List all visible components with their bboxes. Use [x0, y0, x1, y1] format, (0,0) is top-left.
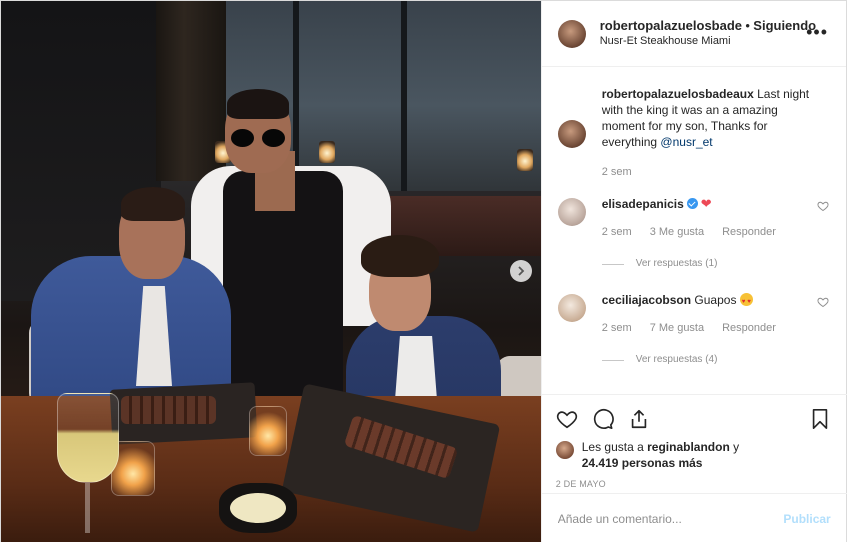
post-actions: Les gusta a reginablandon y 24.419 perso… [541, 394, 847, 489]
author-avatar[interactable] [557, 19, 586, 48]
photo-candle [249, 406, 287, 456]
comment-like-count[interactable]: 3 Me gusta [650, 224, 704, 240]
chevron-right-icon [518, 266, 525, 276]
view-replies-button[interactable]: Ver respuestas (4) [601, 352, 822, 368]
next-photo-button[interactable] [510, 260, 532, 282]
caption-username[interactable]: robertopalazuelosbadeaux [602, 87, 754, 101]
caption-mention-link[interactable]: @nusr_et [660, 135, 712, 149]
photo-steak [121, 396, 216, 424]
photo-sunglasses [231, 129, 285, 147]
post-header: robertopalazuelosbade • Siguiendo Nusr-E… [541, 1, 846, 67]
liked-by-username[interactable]: reginablandon [647, 440, 730, 454]
photo-mashed-potatoes [230, 493, 286, 523]
likes-count-link[interactable]: 24.419 personas más [582, 456, 703, 470]
post-date[interactable]: 2 DE MAYO [556, 479, 831, 489]
reply-button[interactable]: Responder [722, 224, 776, 240]
comments-list: robertopalazuelosbadeaux Last night with… [542, 68, 847, 394]
comment-like-heart-icon[interactable] [817, 296, 829, 308]
view-replies-label: Ver respuestas (4) [635, 354, 718, 365]
comment-username[interactable]: ceciliajacobson [602, 293, 691, 307]
caption-timestamp[interactable]: 2 sem [602, 164, 632, 180]
bookmark-icon[interactable] [809, 408, 831, 430]
comment-body: ceciliajacobson Guapos 2 sem 7 Me gusta … [601, 292, 822, 368]
action-icons [556, 403, 831, 435]
post-photo[interactable] [1, 1, 541, 542]
caption-body: robertopalazuelosbadeaux Last night with… [602, 86, 822, 180]
comment-meta: 2 sem 7 Me gusta Responder [602, 320, 822, 336]
comment-like-count[interactable]: 7 Me gusta [650, 320, 704, 336]
view-replies-label: Ver respuestas (1) [635, 258, 718, 269]
post-sidebar: robertopalazuelosbade • Siguiendo Nusr-E… [540, 1, 847, 542]
comment-item: elisadepanicis ❤ 2 sem 3 Me gusta Respond… [557, 196, 831, 272]
comment-username[interactable]: elisadepanicis [602, 197, 684, 211]
caption-avatar[interactable] [557, 120, 586, 148]
share-icon[interactable] [628, 408, 650, 430]
publish-button[interactable]: Publicar [783, 512, 830, 526]
comment-body: elisadepanicis ❤ 2 sem 3 Me gusta Respond… [601, 196, 822, 272]
red-heart-emoji: ❤ [700, 196, 712, 211]
liker-avatar[interactable] [555, 441, 574, 459]
replies-line [601, 359, 624, 361]
photo-person-left-hair [121, 187, 185, 221]
photo-person-right-hair [361, 235, 439, 277]
comment-input[interactable] [557, 511, 784, 526]
photo-wine-glass [57, 393, 119, 483]
more-options-icon[interactable]: ••• [806, 23, 828, 41]
likes-text: Les gusta a reginablandon y 24.419 perso… [582, 439, 739, 471]
instagram-post: robertopalazuelosbade • Siguiendo Nusr-E… [0, 0, 847, 542]
photo-wine-glass-stem [85, 483, 90, 533]
add-comment-bar: Publicar [541, 493, 847, 542]
comment-icon[interactable] [592, 408, 614, 430]
verified-badge-icon [686, 198, 698, 209]
reply-button[interactable]: Responder [722, 320, 776, 336]
comment-item: ceciliajacobson Guapos 2 sem 7 Me gusta … [557, 292, 831, 368]
photo-window-frame [401, 1, 407, 191]
separator-dot: • [745, 18, 750, 33]
caption: robertopalazuelosbadeaux Last night with… [557, 86, 831, 180]
author-username[interactable]: robertopalazuelosbade [600, 18, 742, 33]
comment-timestamp[interactable]: 2 sem [602, 320, 632, 336]
caption-meta: 2 sem [602, 164, 822, 180]
heart-eyes-emoji-icon [739, 293, 753, 310]
commenter-avatar[interactable] [557, 294, 586, 322]
comment-meta: 2 sem 3 Me gusta Responder [602, 224, 822, 240]
view-replies-button[interactable]: Ver respuestas (1) [601, 256, 822, 272]
comment-like-heart-icon[interactable] [817, 200, 829, 212]
heart-icon[interactable] [556, 408, 578, 430]
liked-by-suffix: y [729, 440, 740, 454]
comment-text: Guapos [691, 293, 740, 307]
replies-line [601, 263, 624, 265]
post-location[interactable]: Nusr-Et Steakhouse Miami [600, 34, 816, 49]
likes-summary: Les gusta a reginablandon y 24.419 perso… [555, 439, 831, 471]
comment-timestamp[interactable]: 2 sem [602, 224, 632, 240]
photo-lamp [517, 149, 533, 171]
photo-person-center-hair [227, 89, 289, 119]
liked-by-prefix: Les gusta a [581, 440, 648, 454]
commenter-avatar[interactable] [557, 198, 586, 226]
photo-lamp [319, 141, 335, 163]
author-info: robertopalazuelosbade • Siguiendo Nusr-E… [600, 18, 816, 49]
